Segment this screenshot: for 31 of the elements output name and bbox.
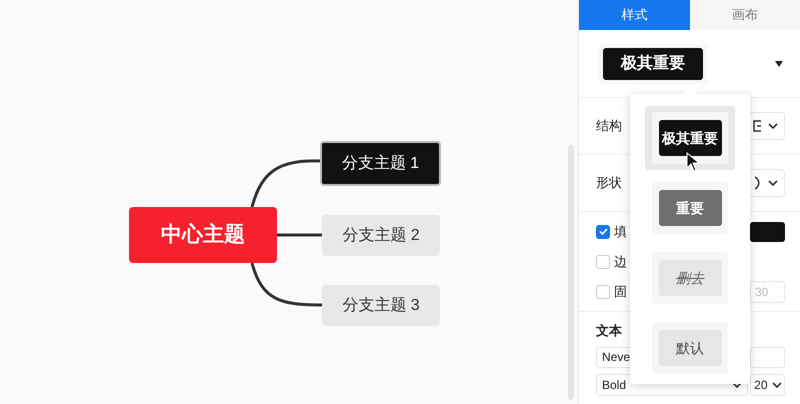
connector-line: [250, 262, 322, 306]
dropdown-triangle-icon[interactable]: [775, 60, 783, 66]
checkbox[interactable]: [596, 254, 610, 268]
connector-line: [277, 234, 322, 236]
panel-tab[interactable]: 样式: [579, 0, 690, 30]
chevron-down-icon: [732, 382, 742, 388]
check-icon: [598, 228, 608, 235]
branch-topic[interactable]: 分支主题 3: [322, 285, 440, 326]
structure-label: 结构: [596, 117, 622, 136]
shape-icon: [754, 176, 760, 190]
chevron-down-icon: [772, 382, 782, 388]
option-label: 填: [614, 222, 627, 241]
shape-label: 形状: [596, 174, 622, 192]
style-preview[interactable]: 极其重要: [599, 44, 707, 84]
central-topic[interactable]: 中心主题: [129, 207, 277, 263]
option-label: 固: [614, 282, 627, 301]
chevron-down-icon: [768, 180, 778, 186]
structure-icon: [752, 120, 762, 132]
chevron-down-icon: [768, 123, 778, 129]
mouse-cursor-icon: [686, 152, 700, 172]
connector-line: [250, 160, 320, 208]
text-section-label: 文本: [596, 322, 623, 340]
fill-color-swatch[interactable]: [750, 222, 785, 242]
branch-topic[interactable]: 分支主题 1: [320, 141, 441, 186]
checkbox[interactable]: [596, 224, 610, 238]
option-label: 边: [614, 252, 627, 271]
style-option[interactable]: 极其重要: [645, 106, 735, 170]
checkbox[interactable]: [596, 284, 610, 298]
font-size-select[interactable]: 20: [750, 374, 785, 396]
panel-tab[interactable]: 画布: [690, 0, 800, 30]
branch-topic[interactable]: 分支主题 2: [322, 215, 440, 256]
